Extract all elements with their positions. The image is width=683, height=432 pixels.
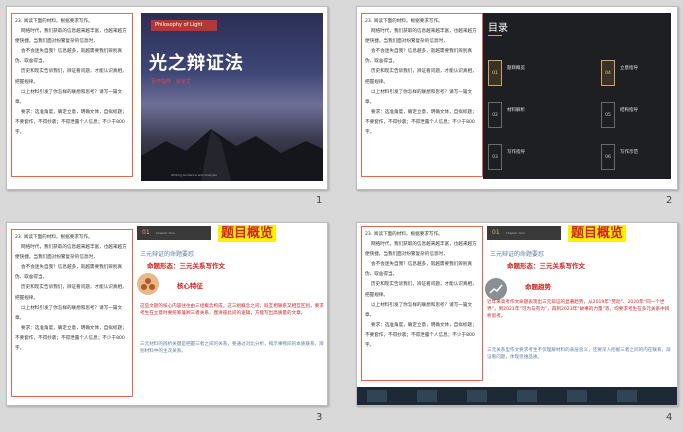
toc-item-number: 05 xyxy=(601,102,615,128)
prompt-textbox[interactable]: 23. 阅读下面的材料，根据要求写作。 网络时代，我们获取的信息越来越丰富，也越… xyxy=(361,13,483,177)
toc-item-label: 写作示范 xyxy=(620,150,638,155)
prompt-line: 网络时代，我们获取的信息越来越丰富，也越来越方便快捷。当我们面对纷繁复杂的信息时… xyxy=(365,29,477,45)
prompt-line: 历史和现实告诉我们，辨证看问题，才能认识真相，把握规律。 xyxy=(15,69,127,85)
prompt-line: 网络时代，我们获取的信息越来越丰富，也越来越方便快捷。当我们面对纷繁复杂的信息时… xyxy=(365,242,477,258)
prompt-line: 历史和现实告诉我们，辨证看问题，才能认识真相，把握规律。 xyxy=(365,69,477,85)
toc-item[interactable]: 06 写作示范 xyxy=(601,144,677,172)
slide-number: 1 xyxy=(316,195,323,206)
cover-title: 光之辩证法 xyxy=(149,53,244,74)
toc-item[interactable]: 02 材料解析 xyxy=(488,102,568,130)
toc-item-label: 结构指导 xyxy=(620,108,638,113)
slide-number: 4 xyxy=(666,412,673,423)
table-of-contents: 目录 01 题目概览 02 材料解析 03 写作指导 04 立意指导 05 结构… xyxy=(483,13,671,179)
prompt-line: 要求：选准角度，确定立意，明确文体，自拟标题；不要套作，不得抄袭；不得泄露个人信… xyxy=(365,109,477,136)
heading-form: 命题形态：三元关系写作文 xyxy=(147,262,225,270)
prompt-line: 历史和现实告诉我们，辨证看问题，才能认识真相，把握规律。 xyxy=(15,285,127,301)
toc-item-label: 题目概览 xyxy=(507,66,525,71)
prompt-line: 以上材料引发了你怎样的联想和思考？请写一篇文章。 xyxy=(365,89,473,105)
feature-blue-text: 三元材料的辨析关键是把握三者之间的关系，要通过对比分析，揭示事物间的本质联系，辨… xyxy=(140,342,324,354)
prompt-textbox[interactable]: 23. 阅读下面的材料，根据要求写作。 网络时代，我们获取的信息越来越丰富，也越… xyxy=(11,229,133,397)
prompt-line: 要求：选准角度，确定立意，明确文体，自拟标题；不要套作，不得抄袭；不得泄露个人信… xyxy=(15,109,127,136)
slide-thumbnail-2[interactable]: 23. 阅读下面的材料，根据要求写作。 网络时代，我们获取的信息越来越丰富，也越… xyxy=(356,6,678,190)
prompt-line: 会不会迷失自我？信息越多，就越需要我们辨别真伪、取舍得当。 xyxy=(15,49,123,65)
trend-blue-text: 三元关系型作文要求考生不仅理解材料的表层含义，还要深入挖掘三者之间的内在联系，辩… xyxy=(487,348,671,360)
prompt-line: 以上材料引发了你怎样的联想和思考？请写一篇文章。 xyxy=(15,89,123,105)
cover-footer: Writing Guidance and Analysis xyxy=(171,173,217,177)
slide-number: 3 xyxy=(316,412,323,423)
prompt-line: 会不会迷失自我？信息越多，就越需要我们辨别真伪、取舍得当。 xyxy=(365,262,473,278)
heading-form: 命题形态：三元关系写作文 xyxy=(507,262,585,270)
prompt-line: 网络时代，我们获取的信息越来越丰富，也越来越方便快捷。当我们面对纷繁复杂的信息时… xyxy=(15,245,127,261)
toc-item-label: 材料解析 xyxy=(507,108,525,113)
prompt-line: 会不会迷失自我？信息越多，就越需要我们辨别真伪、取舍得当。 xyxy=(365,49,473,65)
prompt-line: 以上材料引发了你怎样的联想和思考？请写一篇文章。 xyxy=(365,302,473,318)
section-small: Chapter One xyxy=(505,231,525,235)
toc-item-number: 02 xyxy=(488,102,502,128)
section-number: 01 xyxy=(492,229,500,236)
prompt-textbox[interactable]: 23. 阅读下面的材料，根据要求写作。 网络时代，我们获取的信息越来越丰富，也越… xyxy=(11,13,133,177)
toc-item[interactable]: 01 题目概览 xyxy=(488,60,568,88)
section-small: Chapter One xyxy=(155,231,175,235)
toc-divider xyxy=(488,35,502,36)
prompt-line: 网络时代，我们获取的信息越来越丰富，也越来越方便快捷。当我们面对纷繁复杂的信息时… xyxy=(15,29,127,45)
section-header: 01 Chapter One xyxy=(487,226,561,240)
toc-item[interactable]: 05 结构指导 xyxy=(601,102,677,130)
toc-item-number: 01 xyxy=(488,60,502,86)
cover-subtitle: 写作指导 · 议论文 xyxy=(151,79,191,85)
trend-icon xyxy=(485,278,507,300)
heading-feature: 核心特征 xyxy=(177,282,203,290)
section-subtitle: 三元辩证的命题要怼 xyxy=(140,251,195,258)
prompt-line: 要求：选准角度，确定立意，明确文体，自拟标题；不要套作，不得抄袭；不得泄露个人信… xyxy=(365,322,477,349)
feature-icon xyxy=(137,273,159,295)
section-header: 01 Chapter One xyxy=(137,226,211,240)
toc-item-label: 写作指导 xyxy=(507,150,525,155)
heading-trend: 命题趋势 xyxy=(525,283,551,291)
toc-item-number: 03 xyxy=(488,144,502,170)
toc-item-label: 立意指导 xyxy=(620,66,638,71)
slide-footer-strip xyxy=(357,387,677,405)
trend-red-text: 近年来高考作文命题表现出三元辩证的显著趋势，从2019年“劳动”、2020年“同… xyxy=(487,300,670,319)
section-number: 01 xyxy=(142,229,150,236)
toc-item[interactable]: 03 写作指导 xyxy=(488,144,568,172)
slide-number: 2 xyxy=(666,195,673,206)
toc-item[interactable]: 04 立意指导 xyxy=(601,60,677,88)
slide-thumbnail-1[interactable]: 23. 阅读下面的材料，根据要求写作。 网络时代，我们获取的信息越来越丰富，也越… xyxy=(6,6,328,190)
prompt-line: 历史和现实告诉我们，辨证看问题，才能认识真相，把握规律。 xyxy=(365,282,477,298)
prompt-line: 23. 阅读下面的材料，根据要求写作。 xyxy=(15,235,93,240)
slide-thumbnail-4[interactable]: 23. 阅读下面的材料，根据要求写作。 网络时代，我们获取的信息越来越丰富，也越… xyxy=(356,222,678,406)
prompt-line: 要求：选准角度，确定立意，明确文体，自拟标题；不要套作，不得抄袭；不得泄露个人信… xyxy=(15,325,127,352)
prompt-line: 23. 阅读下面的材料，根据要求写作。 xyxy=(365,232,443,237)
toc-item-number: 06 xyxy=(601,144,615,170)
prompt-line: 23. 阅读下面的材料，根据要求写作。 xyxy=(365,19,443,24)
toc-heading: 目录 xyxy=(488,23,508,34)
feature-red-text: 这些文题的核心内容往往由三组概念构成，这三组概念之间，既互相联系又相互区别，要求… xyxy=(140,304,324,316)
section-title: 题目概览 xyxy=(568,225,627,242)
prompt-line: 以上材料引发了你怎样的联想和思考？请写一篇文章。 xyxy=(15,305,123,321)
section-subtitle: 三元辩证的命题要怼 xyxy=(490,251,545,258)
cover-image: Philosophy of Light 光之辩证法 写作指导 · 议论文 Wri… xyxy=(141,13,323,181)
slide-thumbnail-3[interactable]: 23. 阅读下面的材料，根据要求写作。 网络时代，我们获取的信息越来越丰富，也越… xyxy=(6,222,328,406)
prompt-textbox[interactable]: 23. 阅读下面的材料，根据要求写作。 网络时代，我们获取的信息越来越丰富，也越… xyxy=(361,226,483,381)
section-title: 题目概览 xyxy=(218,225,277,242)
mountain-graphic xyxy=(141,129,323,181)
cover-bar: Philosophy of Light xyxy=(151,20,217,31)
prompt-line: 23. 阅读下面的材料，根据要求写作。 xyxy=(15,19,93,24)
toc-item-number: 04 xyxy=(601,60,615,86)
prompt-line: 会不会迷失自我？信息越多，就越需要我们辨别真伪、取舍得当。 xyxy=(15,265,123,281)
